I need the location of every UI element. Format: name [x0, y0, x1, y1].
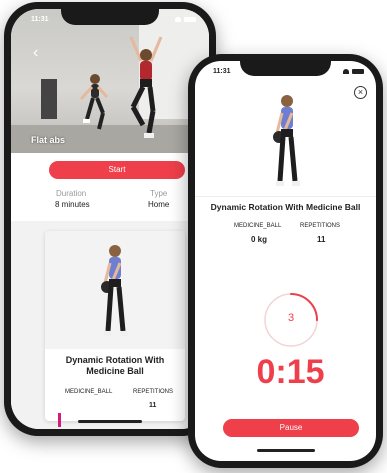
title-divider: [195, 196, 376, 197]
reps-label: REPETITIONS: [300, 223, 341, 229]
back-status-time: 11:31: [31, 16, 49, 23]
close-icon[interactable]: ×: [354, 86, 367, 99]
back-arrow-icon[interactable]: ‹: [33, 45, 38, 61]
start-button[interactable]: Start: [49, 161, 185, 179]
equipment-label: MEDICINE_BALL: [234, 223, 282, 229]
front-phone-screen: 11:31 × Dynamic Rotation With Medicine B…: [195, 61, 376, 461]
duration-value: 8 minutes: [55, 200, 90, 209]
countdown-value: 3: [287, 312, 295, 324]
workout-hero-image: [11, 9, 209, 153]
card-reps-label: REPETITIONS: [133, 389, 174, 395]
exercise-card[interactable]: Dynamic Rotation With Medicine Ball MEDI…: [45, 231, 185, 421]
back-home-indicator: [78, 420, 142, 423]
front-phone-notch: [240, 61, 331, 76]
exercise-card-title: Dynamic Rotation With Medicine Ball: [65, 355, 165, 376]
front-status-icons: [343, 69, 365, 75]
front-home-indicator: [257, 449, 315, 452]
next-card-edge: [58, 413, 61, 427]
woman-jumping-right-figure: [129, 36, 163, 138]
front-status-time: 11:31: [213, 68, 231, 75]
back-phone: 11:31 ‹ Flat abs Start Duration 8 minute…: [4, 2, 216, 436]
pause-button[interactable]: Pause: [223, 419, 359, 437]
battery-icon: [184, 17, 196, 22]
woman-medicine-ball-figure: [101, 245, 128, 336]
back-status-icons: [175, 17, 197, 23]
front-phone: 11:31 × Dynamic Rotation With Medicine B…: [188, 54, 383, 468]
battery-icon: [352, 69, 364, 74]
card-equipment-label: MEDICINE_BALL: [65, 389, 113, 395]
weight-value: 0 kg: [251, 235, 268, 244]
type-value: Home: [148, 200, 170, 209]
exercise-card-image: [45, 231, 185, 349]
reps-value: 11: [317, 235, 326, 244]
timer-value: 0:15: [256, 353, 325, 391]
card-reps-value: 11: [149, 402, 157, 409]
type-label: Type: [150, 189, 168, 198]
wifi-icon: [175, 17, 181, 22]
wifi-icon: [343, 69, 349, 74]
back-phone-screen: 11:31 ‹ Flat abs Start Duration 8 minute…: [11, 9, 209, 429]
duration-label: Duration: [56, 189, 87, 198]
workout-title: Flat abs: [31, 135, 66, 145]
woman-jumping-left-figure: [79, 74, 109, 130]
hero-wall-panel: [41, 79, 57, 119]
back-phone-notch: [61, 9, 159, 25]
woman-medicine-ball-figure: [273, 95, 300, 186]
exercise-title: Dynamic Rotation With Medicine Ball: [210, 202, 361, 212]
